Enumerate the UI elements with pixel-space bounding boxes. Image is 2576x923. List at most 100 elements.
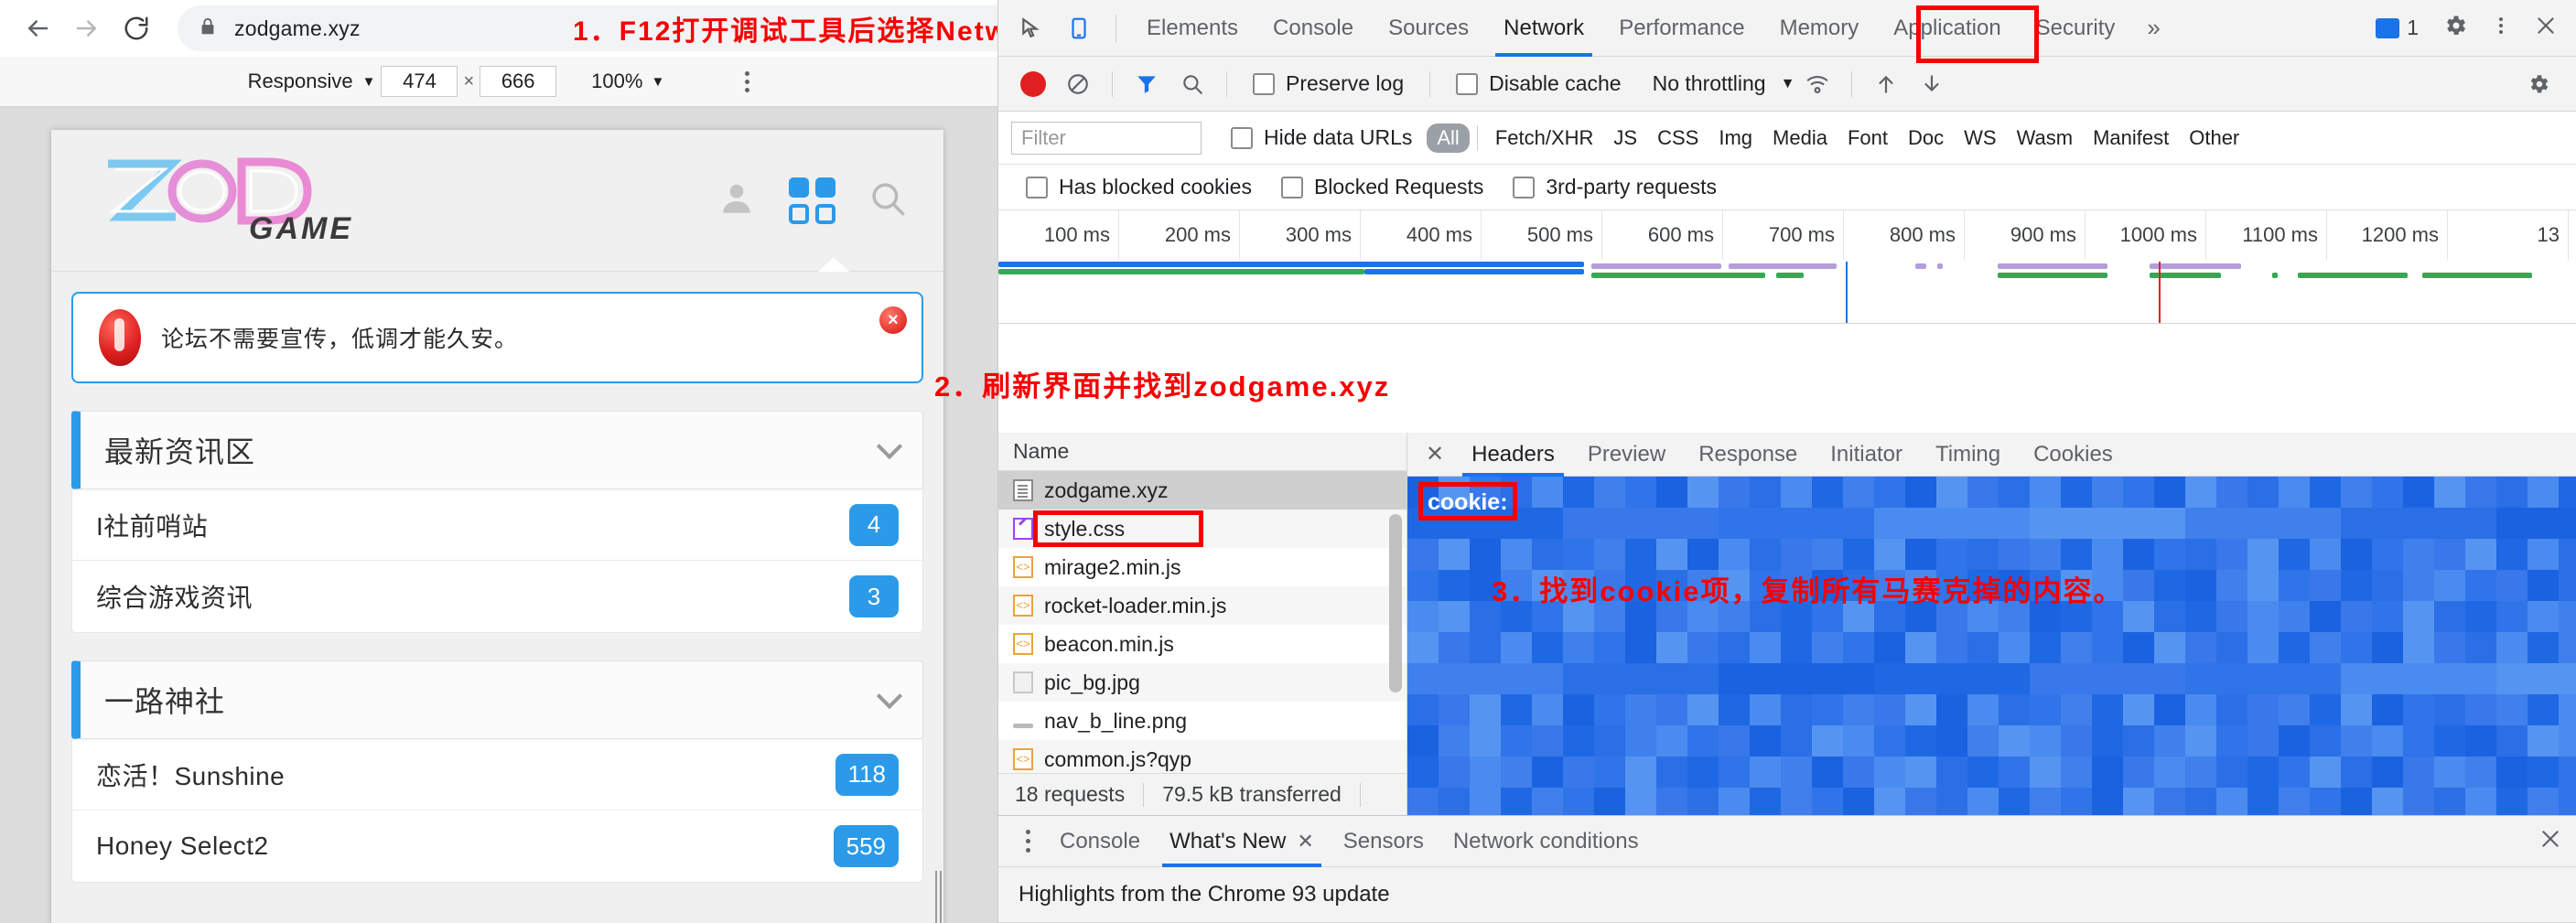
tab-security[interactable]: Security [2019, 0, 2133, 57]
drawer-tab-network-conditions[interactable]: Network conditions [1439, 816, 1654, 867]
tab-cookies[interactable]: Cookies [2017, 433, 2129, 477]
drawer-tab-console[interactable]: Console [1045, 816, 1155, 867]
viewport-height-input[interactable]: 666 [480, 66, 557, 97]
table-row[interactable]: <> beacon.min.js [998, 625, 1407, 663]
clear-no-entry-icon[interactable] [1055, 63, 1101, 105]
has-blocked-cookies-checkbox[interactable]: Has blocked cookies [1026, 175, 1252, 199]
device-toggle-icon[interactable] [1055, 5, 1103, 52]
tab-network[interactable]: Network [1486, 0, 1601, 57]
network-overview-timeline[interactable]: 100 ms 200 ms 300 ms 400 ms 500 ms 600 m… [998, 210, 2576, 324]
close-icon[interactable] [2523, 14, 2569, 42]
chevron-down-icon[interactable] [876, 433, 903, 460]
filter-funnel-icon[interactable] [1124, 63, 1169, 105]
filter-type-media[interactable]: Media [1762, 126, 1838, 150]
request-list[interactable]: zodgame.xyz style.css <> mirage2.min.js … [998, 471, 1407, 773]
forum-section-header[interactable]: 最新资讯区 [71, 411, 923, 489]
chevron-down-icon[interactable] [876, 682, 903, 710]
table-row[interactable]: nav_b_line.png [998, 702, 1407, 740]
close-icon[interactable]: ✕ [1415, 441, 1455, 467]
list-item[interactable]: I社前哨站 4 [72, 489, 922, 561]
filter-type-font[interactable]: Font [1838, 126, 1898, 150]
tab-headers[interactable]: Headers [1455, 433, 1571, 477]
timeline-tick: 1200 ms [2327, 210, 2448, 260]
logo-subtext: GAME [249, 211, 353, 246]
request-list-scrollbar[interactable] [1389, 514, 1402, 692]
js-file-icon: <> [1013, 595, 1033, 617]
tab-elements[interactable]: Elements [1129, 0, 1256, 57]
drawer-menu-icon[interactable] [1011, 830, 1045, 853]
back-icon[interactable] [13, 4, 62, 53]
filter-type-img[interactable]: Img [1708, 126, 1762, 150]
filter-input[interactable]: Filter [1011, 121, 1202, 155]
more-tabs-icon[interactable]: » [2132, 14, 2174, 42]
close-icon[interactable]: ✕ [1297, 830, 1313, 853]
tab-initiator[interactable]: Initiator [1814, 433, 1919, 477]
timeline-tick: 300 ms [1240, 210, 1361, 260]
device-preset-select[interactable]: Responsive ▼ [248, 70, 376, 93]
tab-console[interactable]: Console [1256, 0, 1371, 57]
search-icon[interactable] [1169, 63, 1215, 105]
device-toolbar-menu-icon[interactable] [745, 70, 750, 92]
forum-section-header[interactable]: 一路神社 [71, 660, 923, 739]
filter-type-js[interactable]: JS [1603, 126, 1647, 150]
devtools-menu-icon[interactable] [2479, 13, 2523, 43]
import-har-icon[interactable] [1863, 63, 1909, 105]
table-row[interactable]: <> mirage2.min.js [998, 548, 1407, 586]
filter-type-wasm[interactable]: Wasm [2007, 126, 2084, 150]
inspect-element-icon[interactable] [1008, 5, 1055, 52]
user-icon[interactable] [717, 179, 756, 222]
list-item[interactable]: 恋活！Sunshine 118 [72, 739, 922, 810]
tab-timing[interactable]: Timing [1919, 433, 2017, 477]
request-name: mirage2.min.js [1044, 554, 1181, 579]
site-logo[interactable]: GAME [88, 149, 390, 252]
drawer-content: Highlights from the Chrome 93 update [998, 867, 2576, 923]
hide-data-urls-checkbox[interactable]: Hide data URLs [1231, 125, 1412, 150]
gear-icon[interactable] [2431, 13, 2479, 43]
drawer-tab-whats-new[interactable]: What's New ✕ [1155, 816, 1329, 867]
network-settings-gear-icon[interactable] [2517, 63, 2563, 105]
table-row[interactable]: style.css [998, 510, 1407, 548]
tab-response[interactable]: Response [1682, 433, 1814, 477]
reload-icon[interactable] [112, 4, 161, 53]
tab-preview[interactable]: Preview [1571, 433, 1682, 477]
resize-handle[interactable] [934, 871, 943, 923]
list-item[interactable]: 综合游戏资讯 3 [72, 561, 922, 632]
disable-cache-checkbox[interactable]: Disable cache [1456, 71, 1622, 96]
zoom-select[interactable]: 100% ▼ [591, 70, 664, 93]
filter-type-ws[interactable]: WS [1954, 126, 2006, 150]
filter-type-other[interactable]: Other [2179, 126, 2249, 150]
request-column-header[interactable]: Name [998, 433, 1407, 471]
forum-row-name: I社前哨站 [96, 511, 209, 541]
list-item[interactable]: Honey Select2 559 [72, 810, 922, 882]
record-stop-icon[interactable] [1020, 70, 1046, 97]
close-icon[interactable] [2538, 827, 2576, 855]
search-icon[interactable] [868, 179, 907, 222]
network-conditions-icon[interactable] [1795, 63, 1840, 105]
table-row[interactable]: <> common.js?qyp [998, 740, 1407, 773]
table-row[interactable]: <> rocket-loader.min.js [998, 586, 1407, 625]
filter-type-fetch-xhr[interactable]: Fetch/XHR [1485, 126, 1604, 150]
grid-icon[interactable] [789, 177, 835, 224]
filter-type-manifest[interactable]: Manifest [2083, 126, 2179, 150]
chevron-down-icon: ▼ [651, 73, 665, 90]
throttling-select[interactable]: No throttling ▼ [1653, 71, 1795, 96]
tab-application[interactable]: Application [1876, 0, 2018, 57]
drawer-tab-sensors[interactable]: Sensors [1329, 816, 1439, 867]
filter-type-doc[interactable]: Doc [1898, 126, 1954, 150]
filter-type-all[interactable]: All [1427, 123, 1470, 153]
third-party-requests-checkbox[interactable]: 3rd-party requests [1513, 175, 1717, 199]
message-count-badge[interactable]: 1 [2363, 16, 2431, 40]
preserve-log-checkbox[interactable]: Preserve log [1253, 71, 1404, 96]
export-har-icon[interactable] [1909, 63, 1955, 105]
filter-type-css[interactable]: CSS [1647, 126, 1708, 150]
table-row[interactable]: zodgame.xyz [998, 471, 1407, 510]
blocked-requests-checkbox[interactable]: Blocked Requests [1280, 175, 1483, 199]
tab-performance[interactable]: Performance [1601, 0, 1762, 57]
tab-memory[interactable]: Memory [1762, 0, 1877, 57]
close-icon[interactable]: × [879, 306, 907, 334]
zoom-label: 100% [591, 70, 643, 92]
viewport-width-input[interactable]: 474 [381, 66, 458, 97]
tab-sources[interactable]: Sources [1371, 0, 1486, 57]
forward-icon[interactable] [62, 4, 112, 53]
table-row[interactable]: pic_bg.jpg [998, 663, 1407, 702]
